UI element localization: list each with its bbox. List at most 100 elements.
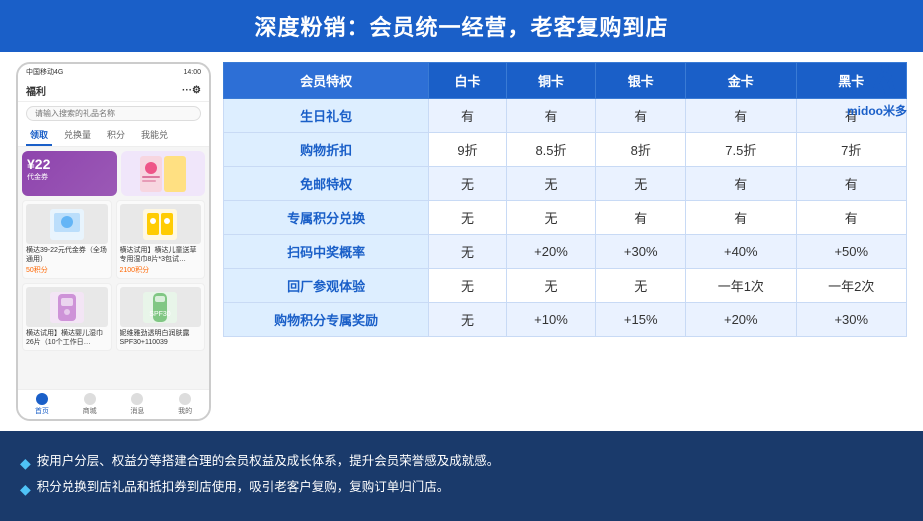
col-header-privilege: 会员特权	[224, 63, 429, 99]
table-cell-r5-c5: 一年2次	[796, 269, 906, 303]
product-img-3	[26, 287, 108, 327]
product-points-2: 2100积分	[120, 265, 202, 275]
phone-bottom-nav: 首页 商城 消息 我的	[18, 389, 209, 419]
phone-tabs: 领取 兑换量 积分 我能兑	[18, 125, 209, 147]
col-header-silver: 银卡	[596, 63, 686, 99]
phone-mockup: 中国移动4G 14:00 福利 ···⚙ 领取 兑换量 积分 我能兑 ¥22 代…	[16, 62, 211, 421]
mine-icon	[179, 393, 191, 405]
product-card-1: 横达39-22元代金券（全场通用） 50积分	[22, 200, 112, 279]
table-cell-r6-c1: 无	[429, 303, 506, 337]
table-cell-r3-c5: 有	[796, 201, 906, 235]
phone-nav-bar: 福利 ···⚙	[18, 80, 209, 102]
product-card-3: 横达试用】横达婴儿湿巾26片（10个工作日…	[22, 283, 112, 351]
table-cell-r2-c0: 免邮特权	[224, 167, 429, 201]
table-cell-r3-c4: 有	[686, 201, 796, 235]
table-cell-r6-c5: +30%	[796, 303, 906, 337]
nav-title: 福利	[26, 83, 46, 98]
table-cell-r2-c2: 无	[506, 167, 596, 201]
product-title-3: 横达试用】横达婴儿湿巾26片（10个工作日…	[26, 329, 108, 347]
table-cell-r2-c3: 无	[596, 167, 686, 201]
table-cell-r3-c3: 有	[596, 201, 686, 235]
table-cell-r0-c3: 有	[596, 99, 686, 133]
logo-area: midoo米多	[847, 60, 907, 119]
phone-tab-jifen[interactable]: 积分	[103, 125, 129, 146]
main-content: 中国移动4G 14:00 福利 ···⚙ 领取 兑换量 积分 我能兑 ¥22 代…	[0, 52, 923, 431]
table-cell-r0-c2: 有	[506, 99, 596, 133]
table-row: 购物积分专属奖励无+10%+15%+20%+30%	[224, 303, 907, 337]
logo-text: midoo米多	[847, 102, 907, 119]
coupon-card-img	[121, 151, 206, 196]
phone-nav-shop[interactable]: 商城	[66, 393, 114, 416]
table-header-row: 会员特权 白卡 铜卡 银卡 金卡 黑卡	[224, 63, 907, 99]
table-cell-r3-c2: 无	[506, 201, 596, 235]
table-cell-r5-c4: 一年1次	[686, 269, 796, 303]
time-label: 14:00	[183, 69, 201, 76]
table-cell-r4-c4: +40%	[686, 235, 796, 269]
footer-item-0: ◆ 按用户分层、权益分等搭建合理的会员权益及成长体系，提升会员荣誉感及成就感。	[20, 450, 903, 476]
page-title: 深度粉销：会员统一经营，老客复购到店	[0, 0, 923, 52]
membership-table-container: 会员特权 白卡 铜卡 银卡 金卡 黑卡 生日礼包有有有有有购物折扣9折8.5折8…	[223, 62, 907, 421]
product-img-4: SPF30	[120, 287, 202, 327]
footer: ◆ 按用户分层、权益分等搭建合理的会员权益及成长体系，提升会员荣誉感及成就感。 ◆ 积…	[0, 431, 923, 521]
table-row: 扫码中奖概率无+20%+30%+40%+50%	[224, 235, 907, 269]
col-header-gold: 金卡	[686, 63, 796, 99]
phone-nav-message[interactable]: 消息	[114, 393, 162, 416]
table-cell-r6-c2: +10%	[506, 303, 596, 337]
phone-tab-duihuanliang[interactable]: 兑换量	[60, 125, 95, 146]
message-icon	[131, 393, 143, 405]
product-title-4: 妮维雅劲透明白润肤露SPF30+110039	[120, 329, 202, 347]
table-cell-r4-c3: +30%	[596, 235, 686, 269]
phone-tab-wonengdui[interactable]: 我能兑	[137, 125, 172, 146]
phone-search-area	[18, 102, 209, 125]
diamond-icon-1: ◆	[20, 477, 31, 502]
table-cell-r0-c0: 生日礼包	[224, 99, 429, 133]
membership-table: 会员特权 白卡 铜卡 银卡 金卡 黑卡 生日礼包有有有有有购物折扣9折8.5折8…	[223, 62, 907, 337]
coupon-row: ¥22 代金券	[22, 151, 205, 196]
table-row: 生日礼包有有有有有	[224, 99, 907, 133]
product-title-2: 横达试用】横达儿童送草专用湿巾8片*3包试…	[120, 246, 202, 264]
shop-icon	[84, 393, 96, 405]
coupon-label: 代金券	[27, 172, 112, 182]
midoo-logo-icon	[857, 60, 897, 100]
product-img-2	[120, 204, 202, 244]
coupon-amount: ¥22	[27, 156, 112, 172]
table-cell-r1-c3: 8折	[596, 133, 686, 167]
home-icon	[36, 393, 48, 405]
footer-item-1: ◆ 积分兑换到店礼品和抵扣券到店使用，吸引老客户复购，复购订单归门店。	[20, 476, 903, 502]
table-cell-r5-c0: 回厂参观体验	[224, 269, 429, 303]
table-cell-r0-c1: 有	[429, 99, 506, 133]
footer-text-1: 积分兑换到店礼品和抵扣券到店使用，吸引老客户复购，复购订单归门店。	[37, 476, 450, 499]
col-header-white: 白卡	[429, 63, 506, 99]
table-header: 会员特权 白卡 铜卡 银卡 金卡 黑卡	[224, 63, 907, 99]
table-cell-r1-c2: 8.5折	[506, 133, 596, 167]
table-cell-r6-c4: +20%	[686, 303, 796, 337]
table-cell-r2-c1: 无	[429, 167, 506, 201]
table-row: 专属积分兑换无无有有有	[224, 201, 907, 235]
phone-tab-lingqu[interactable]: 领取	[26, 125, 52, 146]
table-cell-r1-c5: 7折	[796, 133, 906, 167]
phone-nav-mine[interactable]: 我的	[161, 393, 209, 416]
product-row-2: 横达试用】横达婴儿湿巾26片（10个工作日… SPF30 妮维雅劲透明白润肤露S…	[22, 283, 205, 351]
phone-search-input[interactable]	[26, 106, 201, 121]
col-header-bronze: 铜卡	[506, 63, 596, 99]
carrier-label: 中国移动4G	[26, 67, 63, 77]
table-cell-r1-c1: 9折	[429, 133, 506, 167]
table-cell-r1-c0: 购物折扣	[224, 133, 429, 167]
product-title-1: 横达39-22元代金券（全场通用）	[26, 246, 108, 264]
table-cell-r5-c2: 无	[506, 269, 596, 303]
diamond-icon-0: ◆	[20, 451, 31, 476]
table-cell-r6-c3: +15%	[596, 303, 686, 337]
product-card-4: SPF30 妮维雅劲透明白润肤露SPF30+110039	[116, 283, 206, 351]
product-row-1: 横达39-22元代金券（全场通用） 50积分 横达试用】横达儿童送草专用湿巾8	[22, 200, 205, 279]
table-cell-r4-c1: 无	[429, 235, 506, 269]
table-cell-r2-c5: 有	[796, 167, 906, 201]
product-points-1: 50积分	[26, 265, 108, 275]
table-cell-r6-c0: 购物积分专属奖励	[224, 303, 429, 337]
table-cell-r2-c4: 有	[686, 167, 796, 201]
table-cell-r4-c2: +20%	[506, 235, 596, 269]
nav-icons: ···⚙	[182, 85, 201, 96]
footer-text-0: 按用户分层、权益分等搭建合理的会员权益及成长体系，提升会员荣誉感及成就感。	[37, 450, 500, 473]
table-cell-r0-c4: 有	[686, 99, 796, 133]
phone-nav-home[interactable]: 首页	[18, 393, 66, 416]
table-cell-r5-c1: 无	[429, 269, 506, 303]
